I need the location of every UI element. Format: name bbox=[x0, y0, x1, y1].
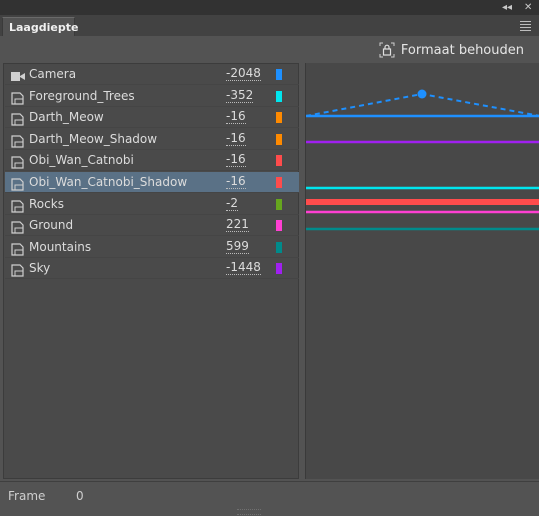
layer-name: Darth_Meow_Shadow bbox=[29, 131, 158, 146]
keep-format-toggle[interactable]: Formaat behouden bbox=[379, 42, 524, 58]
close-icon[interactable]: ✕ bbox=[524, 1, 532, 14]
camera-icon bbox=[11, 68, 25, 81]
layer-depth-value[interactable]: -1448 bbox=[226, 261, 261, 276]
layer-color-swatch[interactable] bbox=[276, 263, 282, 275]
lock-icon bbox=[379, 42, 395, 58]
layer-name: Ground bbox=[29, 218, 74, 233]
layer-name: Obi_Wan_Catnobi bbox=[29, 153, 134, 168]
layer-color-swatch[interactable] bbox=[276, 177, 282, 188]
panel-title-bar: ◂◂ ✕ bbox=[0, 0, 539, 15]
layer-icon bbox=[11, 198, 25, 213]
layer-row[interactable]: Darth_Meow_Shadow -16 bbox=[5, 129, 299, 150]
layer-depth-value[interactable]: -16 bbox=[226, 153, 246, 168]
collapse-icon[interactable]: ◂◂ bbox=[502, 1, 512, 14]
layer-icon bbox=[11, 241, 25, 256]
layer-color-swatch[interactable] bbox=[276, 241, 282, 253]
layer-name: Sky bbox=[29, 261, 51, 276]
layer-color-swatch[interactable] bbox=[276, 198, 282, 210]
layer-icon bbox=[11, 90, 25, 105]
layer-row[interactable]: Obi_Wan_Catnobi -16 bbox=[5, 150, 299, 172]
layer-depth-value[interactable]: 221 bbox=[226, 218, 249, 233]
layer-name: Foreground_Trees bbox=[29, 88, 135, 103]
layer-name: Camera bbox=[29, 67, 77, 81]
layer-color-swatch[interactable] bbox=[276, 90, 282, 102]
layer-icon bbox=[11, 154, 25, 169]
layer-row[interactable]: Sky -1448 bbox=[5, 258, 299, 280]
frame-label: Frame bbox=[8, 489, 46, 503]
layer-color-swatch[interactable] bbox=[276, 155, 282, 167]
layer-color-swatch[interactable] bbox=[276, 133, 282, 145]
tab-laagdiepte[interactable]: Laagdiepte bbox=[2, 17, 78, 36]
layer-depth-value[interactable]: -2 bbox=[226, 196, 238, 211]
layer-row[interactable]: Ground 221 bbox=[5, 215, 299, 237]
keep-format-label: Formaat behouden bbox=[400, 42, 524, 58]
layer-depth-value[interactable]: -16 bbox=[226, 110, 246, 125]
layer-name: Rocks bbox=[29, 196, 64, 211]
panel-menu-icon[interactable] bbox=[520, 21, 531, 33]
layer-row[interactable]: Foreground_Trees -352 bbox=[5, 86, 299, 107]
layer-color-swatch[interactable] bbox=[276, 112, 282, 124]
layer-name: Mountains bbox=[29, 239, 92, 254]
depth-graph[interactable] bbox=[305, 63, 539, 479]
layer-icon bbox=[11, 219, 25, 234]
layer-row[interactable]: Rocks -2 bbox=[5, 194, 299, 215]
layer-color-swatch[interactable] bbox=[276, 69, 282, 80]
layer-depth-value[interactable]: -2048 bbox=[226, 67, 261, 81]
layer-row[interactable]: Camera -2048 bbox=[5, 64, 299, 85]
layer-name: Obi_Wan_Catnobi_Shadow bbox=[29, 175, 188, 189]
layer-depth-value[interactable]: 599 bbox=[226, 239, 249, 254]
layer-name: Darth_Meow bbox=[29, 110, 104, 125]
layer-icon bbox=[11, 262, 25, 277]
layer-list: Camera -2048 Foreground_Trees -352 Darth_Meo… bbox=[3, 63, 299, 479]
layer-depth-value[interactable]: -16 bbox=[226, 131, 246, 146]
resize-grip[interactable] bbox=[237, 509, 261, 515]
layer-icon bbox=[11, 111, 25, 126]
camera-position-handle bbox=[417, 89, 427, 99]
layer-depth-value[interactable]: -352 bbox=[226, 88, 254, 103]
layer-row[interactable]: Mountains 599 bbox=[5, 237, 299, 258]
tab-bar: Laagdiepte bbox=[0, 15, 539, 36]
layer-depth-value[interactable]: -16 bbox=[226, 175, 246, 189]
layer-row[interactable]: Darth_Meow -16 bbox=[5, 107, 299, 129]
layer-icon bbox=[11, 133, 25, 148]
status-bar: Frame 0 bbox=[0, 481, 539, 516]
depth-graph-svg bbox=[306, 89, 539, 231]
layer-row[interactable]: Obi_Wan_Catnobi_Shadow -16 bbox=[5, 172, 299, 193]
layer-color-swatch[interactable] bbox=[276, 220, 282, 232]
layer-icon bbox=[11, 176, 25, 191]
frame-value[interactable]: 0 bbox=[76, 489, 84, 503]
